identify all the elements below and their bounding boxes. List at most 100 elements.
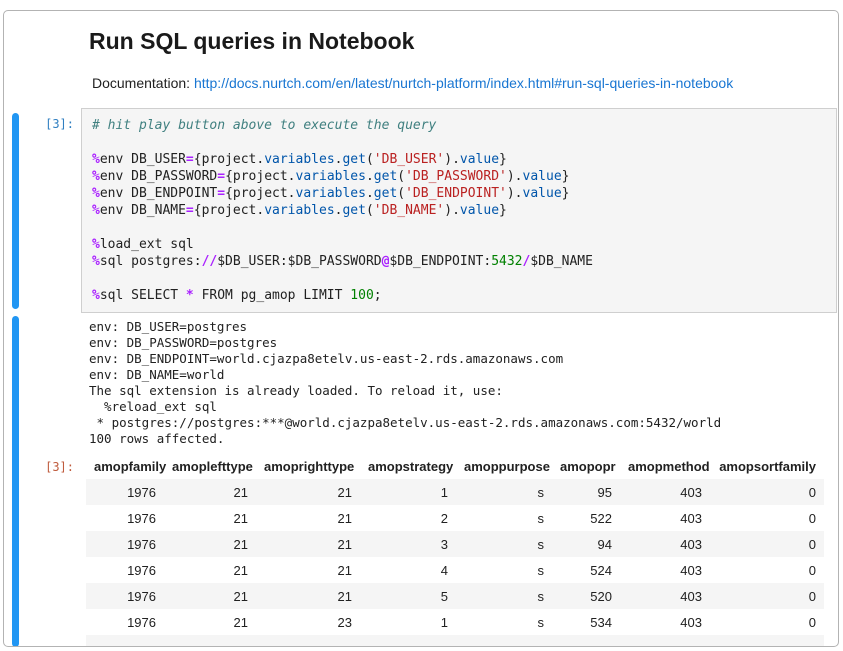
table-row-partial (86, 635, 824, 647)
code-token: 'DB_USER' (374, 152, 444, 167)
table-cell: 403 (620, 505, 710, 531)
code-token: value (523, 186, 562, 201)
code-token: ; (374, 288, 382, 303)
code-line: %sql SELECT * FROM pg_amop LIMIT 100; (92, 287, 826, 304)
code-token: variables (264, 152, 334, 167)
code-token: {project. (194, 203, 264, 218)
code-token: env DB_USER (100, 152, 186, 167)
table-cell: 1976 (86, 531, 164, 557)
code-token: $DB_NAME (530, 254, 593, 269)
code-token: variables (296, 186, 366, 201)
documentation-link[interactable]: http://docs.nurtch.com/en/latest/nurtch-… (194, 75, 733, 91)
output-line: env: DB_PASSWORD=postgres (89, 335, 721, 351)
table-cell (360, 635, 456, 647)
output-line: env: DB_USER=postgres (89, 319, 721, 335)
table-row: 197621215s5204030 (86, 583, 824, 609)
table-cell: 95 (552, 479, 620, 505)
code-token: load_ext sql (100, 237, 194, 252)
code-token: % (92, 186, 100, 201)
code-line (92, 219, 826, 236)
code-line: %env DB_PASSWORD={project.variables.get(… (92, 168, 826, 185)
column-header: amopmethod (620, 453, 710, 479)
table-cell: 21 (164, 583, 256, 609)
code-token: value (523, 169, 562, 184)
table-row: 197621231s5344030 (86, 609, 824, 635)
code-token: = (217, 169, 225, 184)
code-token: sql SELECT (100, 288, 186, 303)
table-cell: 21 (164, 505, 256, 531)
code-token: env DB_NAME (100, 203, 186, 218)
code-token: get (374, 169, 397, 184)
code-line (92, 270, 826, 287)
code-token: % (92, 254, 100, 269)
code-token: value (460, 152, 499, 167)
table-cell: s (456, 531, 552, 557)
output-line: * postgres://postgres:***@world.cjazpa8e… (89, 415, 721, 431)
code-token: {project. (225, 186, 295, 201)
output-cell-selection-bar[interactable] (12, 316, 19, 647)
code-token: env DB_PASSWORD (100, 169, 217, 184)
code-token: % (92, 169, 100, 184)
table-cell: 2 (360, 505, 456, 531)
output-line: %reload_ext sql (89, 399, 721, 415)
code-token: * (186, 288, 194, 303)
table-cell: 403 (620, 479, 710, 505)
code-token: % (92, 237, 100, 252)
code-token: 'DB_NAME' (374, 203, 444, 218)
code-token: ( (397, 169, 405, 184)
output-line: env: DB_NAME=world (89, 367, 721, 383)
table-cell: 1976 (86, 505, 164, 531)
input-cell-selection-bar[interactable] (12, 113, 19, 309)
code-token: get (342, 152, 365, 167)
table-cell: 1 (360, 479, 456, 505)
table-cell: 21 (256, 505, 360, 531)
code-token: } (499, 152, 507, 167)
table-cell: 403 (620, 609, 710, 635)
table-cell: 23 (256, 609, 360, 635)
table-cell: 21 (164, 609, 256, 635)
table-cell: 1976 (86, 609, 164, 635)
output-line: The sql extension is already loaded. To … (89, 383, 721, 399)
table-cell (164, 635, 256, 647)
column-header: amopfamily (86, 453, 164, 479)
code-token: } (562, 186, 570, 201)
table-cell: 21 (256, 557, 360, 583)
code-token: sql postgres: (100, 254, 202, 269)
table-cell: 403 (620, 583, 710, 609)
table-cell: 534 (552, 609, 620, 635)
column-header: amopsortfamily (710, 453, 824, 479)
code-line: %env DB_ENDPOINT={project.variables.get(… (92, 185, 826, 202)
table-row: 197621211s954030 (86, 479, 824, 505)
code-line: %env DB_USER={project.variables.get('DB_… (92, 151, 826, 168)
cell-output-text: env: DB_USER=postgresenv: DB_PASSWORD=po… (89, 319, 721, 447)
table-cell: 403 (620, 531, 710, 557)
table-cell: 0 (710, 505, 824, 531)
table-cell: s (456, 609, 552, 635)
documentation-line: Documentation: http://docs.nurtch.com/en… (92, 75, 733, 91)
code-token: ). (444, 152, 460, 167)
code-token: ). (444, 203, 460, 218)
code-token: variables (296, 169, 366, 184)
table-cell: 520 (552, 583, 620, 609)
code-token: % (92, 203, 100, 218)
output-line: env: DB_ENDPOINT=world.cjazpa8etelv.us-e… (89, 351, 721, 367)
table-cell: 1976 (86, 479, 164, 505)
table-cell: s (456, 557, 552, 583)
table-cell: 1976 (86, 557, 164, 583)
result-table: amopfamilyamoplefttypeamoprighttypeamops… (86, 453, 824, 647)
table-cell (86, 635, 164, 647)
table-cell: 524 (552, 557, 620, 583)
table-cell: 21 (164, 557, 256, 583)
table-cell: 522 (552, 505, 620, 531)
code-token: value (460, 203, 499, 218)
table-cell: 21 (256, 479, 360, 505)
table-cell (256, 635, 360, 647)
table-cell: 4 (360, 557, 456, 583)
code-cell-editor[interactable]: # hit play button above to execute the q… (81, 108, 837, 313)
table-cell (620, 635, 710, 647)
code-token: ( (397, 186, 405, 201)
code-token: get (342, 203, 365, 218)
code-token: FROM pg_amop LIMIT (194, 288, 351, 303)
result-table-body: 197621211s954030197621212s52240301976212… (86, 479, 824, 647)
code-token: env DB_ENDPOINT (100, 186, 217, 201)
